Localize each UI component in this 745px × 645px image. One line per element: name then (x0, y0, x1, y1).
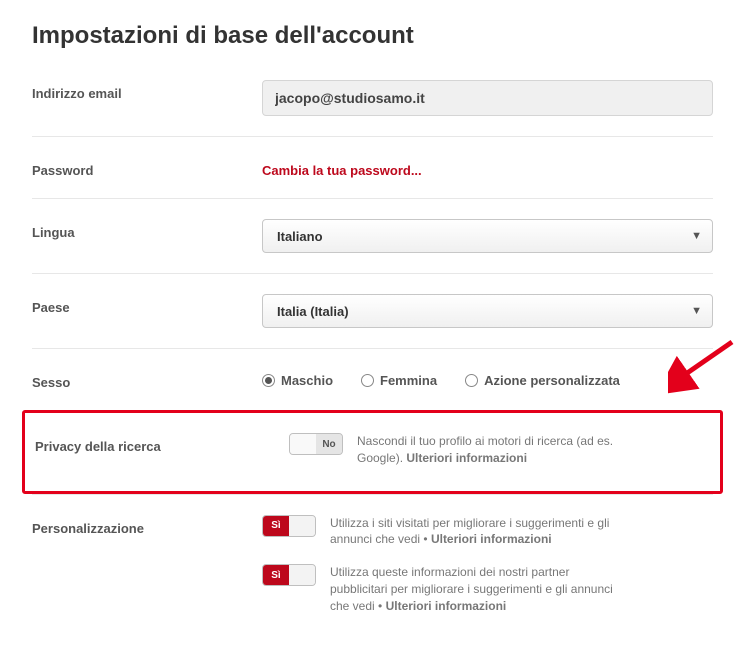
radio-label-male: Maschio (281, 373, 333, 388)
gender-radio-male[interactable]: Maschio (262, 373, 333, 388)
password-label: Password (32, 157, 262, 178)
country-selected: Italia (Italia) (277, 304, 349, 319)
change-password-link[interactable]: Cambia la tua password... (262, 157, 422, 178)
toggle-state-text: Sì (263, 565, 289, 585)
row-language: Lingua Italiano ▼ (32, 198, 713, 273)
radio-label-female: Femmina (380, 373, 437, 388)
gender-radio-custom[interactable]: Azione personalizzata (465, 373, 620, 388)
toggle-on-knob (289, 565, 315, 585)
privacy-toggle[interactable]: No (289, 433, 343, 455)
toggle-state-text: Sì (263, 516, 289, 536)
radio-label-custom: Azione personalizzata (484, 373, 620, 388)
chevron-down-icon: ▼ (691, 305, 702, 317)
row-email: Indirizzo email (32, 60, 713, 136)
row-privacy: Privacy della ricerca No Nascondi il tuo… (22, 410, 723, 494)
email-field[interactable] (262, 80, 713, 116)
page-title: Impostazioni di base dell'account (32, 22, 713, 50)
radio-icon (262, 374, 275, 387)
personalization-desc-1: Utilizza i siti visitati per migliorare … (330, 515, 630, 549)
country-label: Paese (32, 294, 262, 315)
row-password: Password Cambia la tua password... (32, 136, 713, 198)
personalization-more-link-1[interactable]: Ulteriori informazioni (431, 532, 552, 546)
radio-icon (361, 374, 374, 387)
privacy-more-link[interactable]: Ulteriori informazioni (406, 451, 527, 465)
language-label: Lingua (32, 219, 262, 240)
privacy-description: Nascondi il tuo profilo ai motori di ric… (357, 433, 657, 467)
personalization-more-link-2[interactable]: Ulteriori informazioni (386, 599, 507, 613)
personalization-label: Personalizzazione (32, 515, 262, 536)
personalization-toggle-2[interactable]: Sì (262, 564, 316, 586)
row-personalization: Personalizzazione Sì Utilizza i siti vis… (32, 494, 713, 635)
language-selected: Italiano (277, 229, 323, 244)
gender-label: Sesso (32, 369, 262, 390)
toggle-state-text: No (316, 434, 342, 454)
toggle-on-knob (289, 516, 315, 536)
personalization-toggle-1[interactable]: Sì (262, 515, 316, 537)
country-select[interactable]: Italia (Italia) ▼ (262, 294, 713, 328)
row-country: Paese Italia (Italia) ▼ (32, 273, 713, 348)
radio-icon (465, 374, 478, 387)
language-select[interactable]: Italiano ▼ (262, 219, 713, 253)
gender-radio-female[interactable]: Femmina (361, 373, 437, 388)
personalization-desc-2: Utilizza queste informazioni dei nostri … (330, 564, 630, 614)
email-label: Indirizzo email (32, 80, 262, 101)
toggle-off-knob (290, 434, 316, 454)
chevron-down-icon: ▼ (691, 230, 702, 242)
privacy-label: Privacy della ricerca (35, 433, 265, 454)
row-gender: Sesso Maschio Femmina Azione personalizz… (32, 348, 713, 410)
